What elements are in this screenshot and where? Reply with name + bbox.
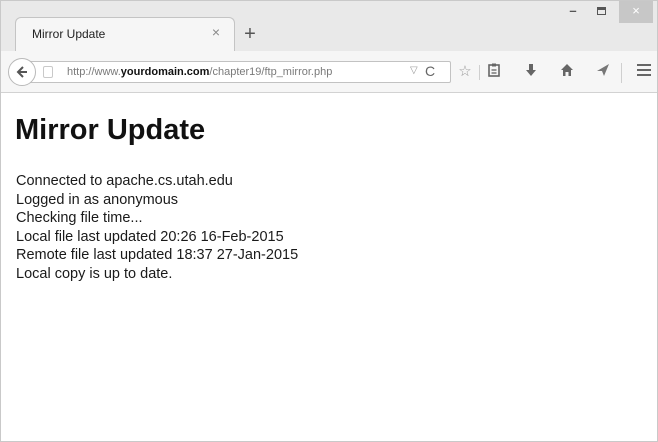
navigation-toolbar: http://www.yourdomain.com/chapter19/ftp_… (1, 51, 657, 93)
new-tab-button[interactable]: + (241, 24, 259, 44)
tab-title: Mirror Update (32, 27, 106, 41)
url-path: /chapter19/ftp_mirror.php (209, 66, 333, 78)
maximize-icon (596, 7, 606, 15)
page-title: Mirror Update (15, 114, 206, 146)
hamburger-menu-icon[interactable] (635, 63, 653, 81)
url-text[interactable]: http://www.yourdomain.com/chapter19/ftp_… (67, 66, 332, 78)
url-prefix: http://www. (67, 66, 121, 78)
toolbar-divider (621, 63, 622, 83)
clipboard-glyph-icon (488, 63, 500, 77)
home-glyph-icon (561, 64, 573, 76)
send-glyph-icon (597, 64, 609, 76)
log-line: Local copy is up to date. (16, 265, 173, 282)
log-line: Local file last updated 20:26 16-Feb-201… (16, 228, 284, 245)
maximize-button[interactable] (587, 1, 615, 23)
clipboard-icon[interactable] (485, 63, 503, 81)
toolbar-divider (479, 65, 480, 80)
bookmark-star-icon[interactable]: ☆ (456, 63, 474, 81)
send-icon[interactable] (594, 63, 612, 81)
back-arrow-icon (16, 66, 27, 78)
url-bar[interactable]: http://www.yourdomain.com/chapter19/ftp_… (27, 61, 451, 83)
log-line: Remote file last updated 18:37 27-Jan-20… (16, 247, 299, 263)
browser-window: Mirror Update × + – × http://www.yourdom… (0, 0, 658, 442)
log-line: Connected to apache.cs.utah.edu (16, 173, 233, 189)
menu-lines-icon (637, 64, 651, 76)
tab-strip: Mirror Update × + – × (1, 1, 657, 51)
home-icon[interactable] (558, 63, 576, 81)
url-domain: yourdomain.com (120, 66, 210, 78)
reload-icon[interactable]: C (425, 63, 435, 79)
download-arrow-icon (526, 64, 536, 76)
minimize-button[interactable]: – (559, 1, 587, 23)
page-content: Mirror Update Connected to apache.cs.uta… (1, 94, 657, 441)
download-icon[interactable] (522, 63, 540, 81)
close-window-button[interactable]: × (619, 1, 653, 23)
back-button[interactable] (8, 58, 36, 86)
log-line: Checking file time... (16, 210, 143, 226)
status-log: Connected to apache.cs.utah.edu Logged i… (16, 172, 298, 283)
log-line: Logged in as anonymous (16, 191, 179, 208)
tab-close-icon[interactable]: × (208, 24, 224, 40)
url-dropdown-icon[interactable]: ▽ (410, 65, 418, 76)
tab-mirror-update[interactable]: Mirror Update × (15, 17, 235, 51)
page-info-icon[interactable] (43, 66, 53, 78)
